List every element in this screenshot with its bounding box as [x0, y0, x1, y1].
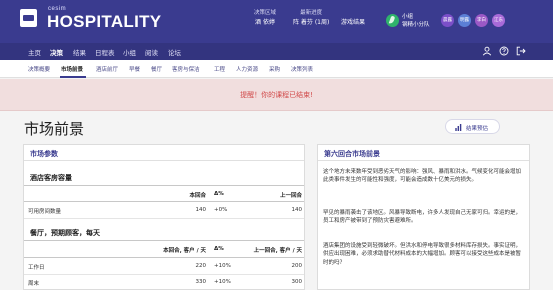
market-outlook-panel: 第六回合市场前景 这个地方未来数年受到恶劣天气的影响：强风、暴雨和洪水。气候变化… [317, 144, 530, 290]
news-paragraph: 罕见的暴雨袭击了该地区。风暴导致断电，许多人发现自己无家可归。幸运的是，员工和房… [323, 210, 522, 225]
alert-text: 提醒！你的课程已结束! [240, 91, 313, 99]
brand-title: HOSPITALITY [47, 12, 162, 31]
value-current: 330 [195, 279, 207, 285]
value-previous: 200 [291, 263, 303, 269]
avatar[interactable]: 江东 [492, 14, 505, 27]
market-info: 决策区域 酒 依婷 [254, 9, 276, 27]
panel-title: 市场参数 [30, 150, 58, 158]
divider [24, 185, 304, 186]
team-member: 钢精小分队 [402, 22, 430, 28]
team-leaf-icon [386, 14, 399, 27]
course-ended-alert: 提醒！你的课程已结束! [0, 79, 553, 111]
section-title-restaurant: 餐厅，预期顾客，每天 [30, 229, 100, 237]
column-header: 本回合 [189, 193, 206, 199]
avatar[interactable]: 李白 [475, 14, 488, 27]
results-estimate-button[interactable]: 结果预估 [445, 119, 500, 134]
column-header: 上一回合, 客户 / 天 [253, 248, 302, 254]
value-current: 220 [195, 263, 207, 269]
subnav-hr[interactable]: 人力资源 [236, 65, 258, 73]
team-label: 小组 [402, 14, 414, 20]
subnav-decision-list[interactable]: 决策列表 [291, 65, 313, 73]
row-label: 可用房间数量 [28, 209, 62, 215]
logout-icon[interactable] [516, 46, 526, 56]
help-icon[interactable] [499, 46, 509, 56]
divider [24, 240, 304, 241]
subnav-engineering[interactable]: 工程 [214, 65, 225, 73]
top-header: cesim HOSPITALITY 决策区域 酒 依婷 最新进度 阵 着芬 (1… [0, 0, 553, 43]
news-paragraph: 这个地方未来数年受到恶劣天气的影响：强风、暴雨和洪水。气候变化可能会增加此类事件… [323, 169, 522, 184]
column-header: 上一回合 [279, 193, 302, 199]
divider [24, 274, 304, 275]
nav-team[interactable]: 小组 [123, 47, 136, 57]
round-label: 最新进度 [300, 10, 323, 16]
value-previous: 300 [291, 279, 303, 285]
divider [24, 201, 304, 202]
market-params-panel: 市场参数 酒店客房容量 本回合 Δ% 上一回合 可用房间数量 140 +0% 1… [23, 144, 305, 290]
round-value: 阵 着芬 (1周) [293, 19, 330, 26]
panel-title: 第六回合市场前景 [324, 150, 380, 158]
panel-header: 第六回合市场前景 [318, 145, 529, 161]
news-paragraph: 酒店集团的设施受到轻微破坏。但洪水和停电导致很多材料库存损失。事实证明，供应出现… [323, 243, 522, 266]
active-tab-indicator [60, 76, 86, 78]
sub-nav: 决策概要 市场前景 酒店前厅 早餐 餐厅 客房与保洁 工程 人力资源 采购 决策… [0, 60, 553, 78]
page-title: 市场前景 [24, 120, 85, 138]
bar-chart-icon [455, 124, 462, 131]
results-estimate-label: 结果预估 [466, 126, 489, 132]
nav-read[interactable]: 阅读 [145, 47, 158, 57]
subnav-restaurant[interactable]: 餐厅 [151, 65, 162, 73]
team-info[interactable]: 小组 钢精小分队 [402, 13, 430, 29]
cesim-logo-icon [20, 9, 37, 27]
game-results-link[interactable]: 游戏结果 [341, 17, 365, 26]
nav-decisions[interactable]: 决策 [50, 47, 63, 57]
row-label: 周末 [28, 281, 40, 287]
nav-forum[interactable]: 论坛 [168, 47, 181, 57]
value-previous: 140 [291, 207, 303, 213]
main-nav: 主页 决策 结果 日程表 小组 阅读 论坛 [0, 43, 553, 60]
value-current: 140 [195, 207, 207, 213]
subnav-purchasing[interactable]: 采购 [269, 65, 280, 73]
avatar[interactable]: 晨露 [441, 14, 454, 27]
panel-header: 市场参数 [24, 145, 304, 161]
subnav-decision-summary[interactable]: 决策概要 [28, 65, 50, 73]
row-label: 工作日 [28, 265, 45, 271]
nav-schedule[interactable]: 日程表 [95, 47, 115, 57]
column-header: 本回合, 客户 / 天 [163, 248, 206, 254]
subnav-housekeeping[interactable]: 客房与保洁 [172, 65, 200, 73]
section-title-capacity: 酒店客房容量 [30, 174, 72, 182]
nav-results[interactable]: 结果 [73, 47, 86, 57]
subnav-front-office[interactable]: 酒店前厅 [96, 65, 118, 73]
nav-home[interactable]: 主页 [28, 47, 41, 57]
market-label: 决策区域 [254, 10, 277, 16]
subnav-market-outlook[interactable]: 市场前景 [61, 65, 83, 73]
market-value: 酒 依婷 [255, 19, 275, 26]
divider [24, 257, 304, 258]
subnav-breakfast[interactable]: 早餐 [129, 65, 140, 73]
user-icon[interactable] [482, 46, 492, 56]
avatar[interactable]: 明露 [458, 14, 471, 27]
round-info: 最新进度 阵 着芬 (1周) [293, 9, 329, 27]
divider [24, 218, 304, 219]
